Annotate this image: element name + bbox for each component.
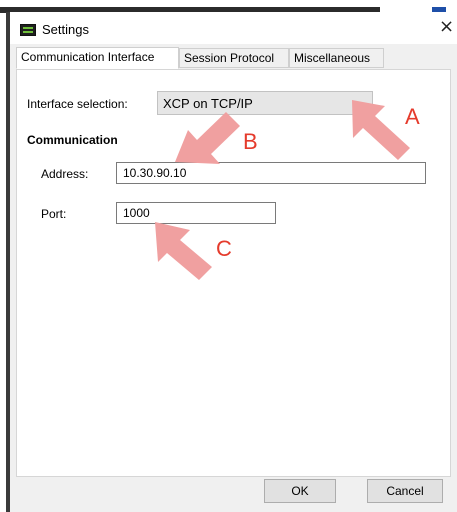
communication-section-heading: Communication xyxy=(27,133,118,147)
tab-session-protocol[interactable]: Session Protocol xyxy=(179,48,289,68)
communication-interface-panel: Interface selection: XCP on TCP/IP ⌄ Com… xyxy=(16,69,451,477)
tab-communication-interface[interactable]: Communication Interface xyxy=(16,47,179,69)
title-bar: Settings × xyxy=(10,12,457,44)
interface-selection-value: XCP on TCP/IP xyxy=(163,96,253,111)
window-title: Settings xyxy=(42,22,89,37)
settings-dialog: Settings × Communication Interface Sessi… xyxy=(6,12,457,512)
interface-selection-label: Interface selection: xyxy=(27,97,128,111)
close-icon[interactable]: × xyxy=(439,18,454,36)
background-window-strip xyxy=(0,0,457,13)
cancel-button[interactable]: Cancel xyxy=(367,479,443,503)
ok-button[interactable]: OK xyxy=(264,479,336,503)
port-label: Port: xyxy=(41,207,67,221)
screenshot-root: Settings × Communication Interface Sessi… xyxy=(0,0,457,512)
tab-miscellaneous[interactable]: Miscellaneous xyxy=(289,48,384,68)
address-label: Address: xyxy=(41,167,89,181)
port-field[interactable]: 1000 xyxy=(116,202,276,224)
chevron-down-icon: ⌄ xyxy=(354,96,364,108)
address-field[interactable]: 10.30.90.10 xyxy=(116,162,426,184)
settings-app-icon xyxy=(20,24,36,36)
interface-selection-dropdown[interactable]: XCP on TCP/IP ⌄ xyxy=(157,91,373,115)
